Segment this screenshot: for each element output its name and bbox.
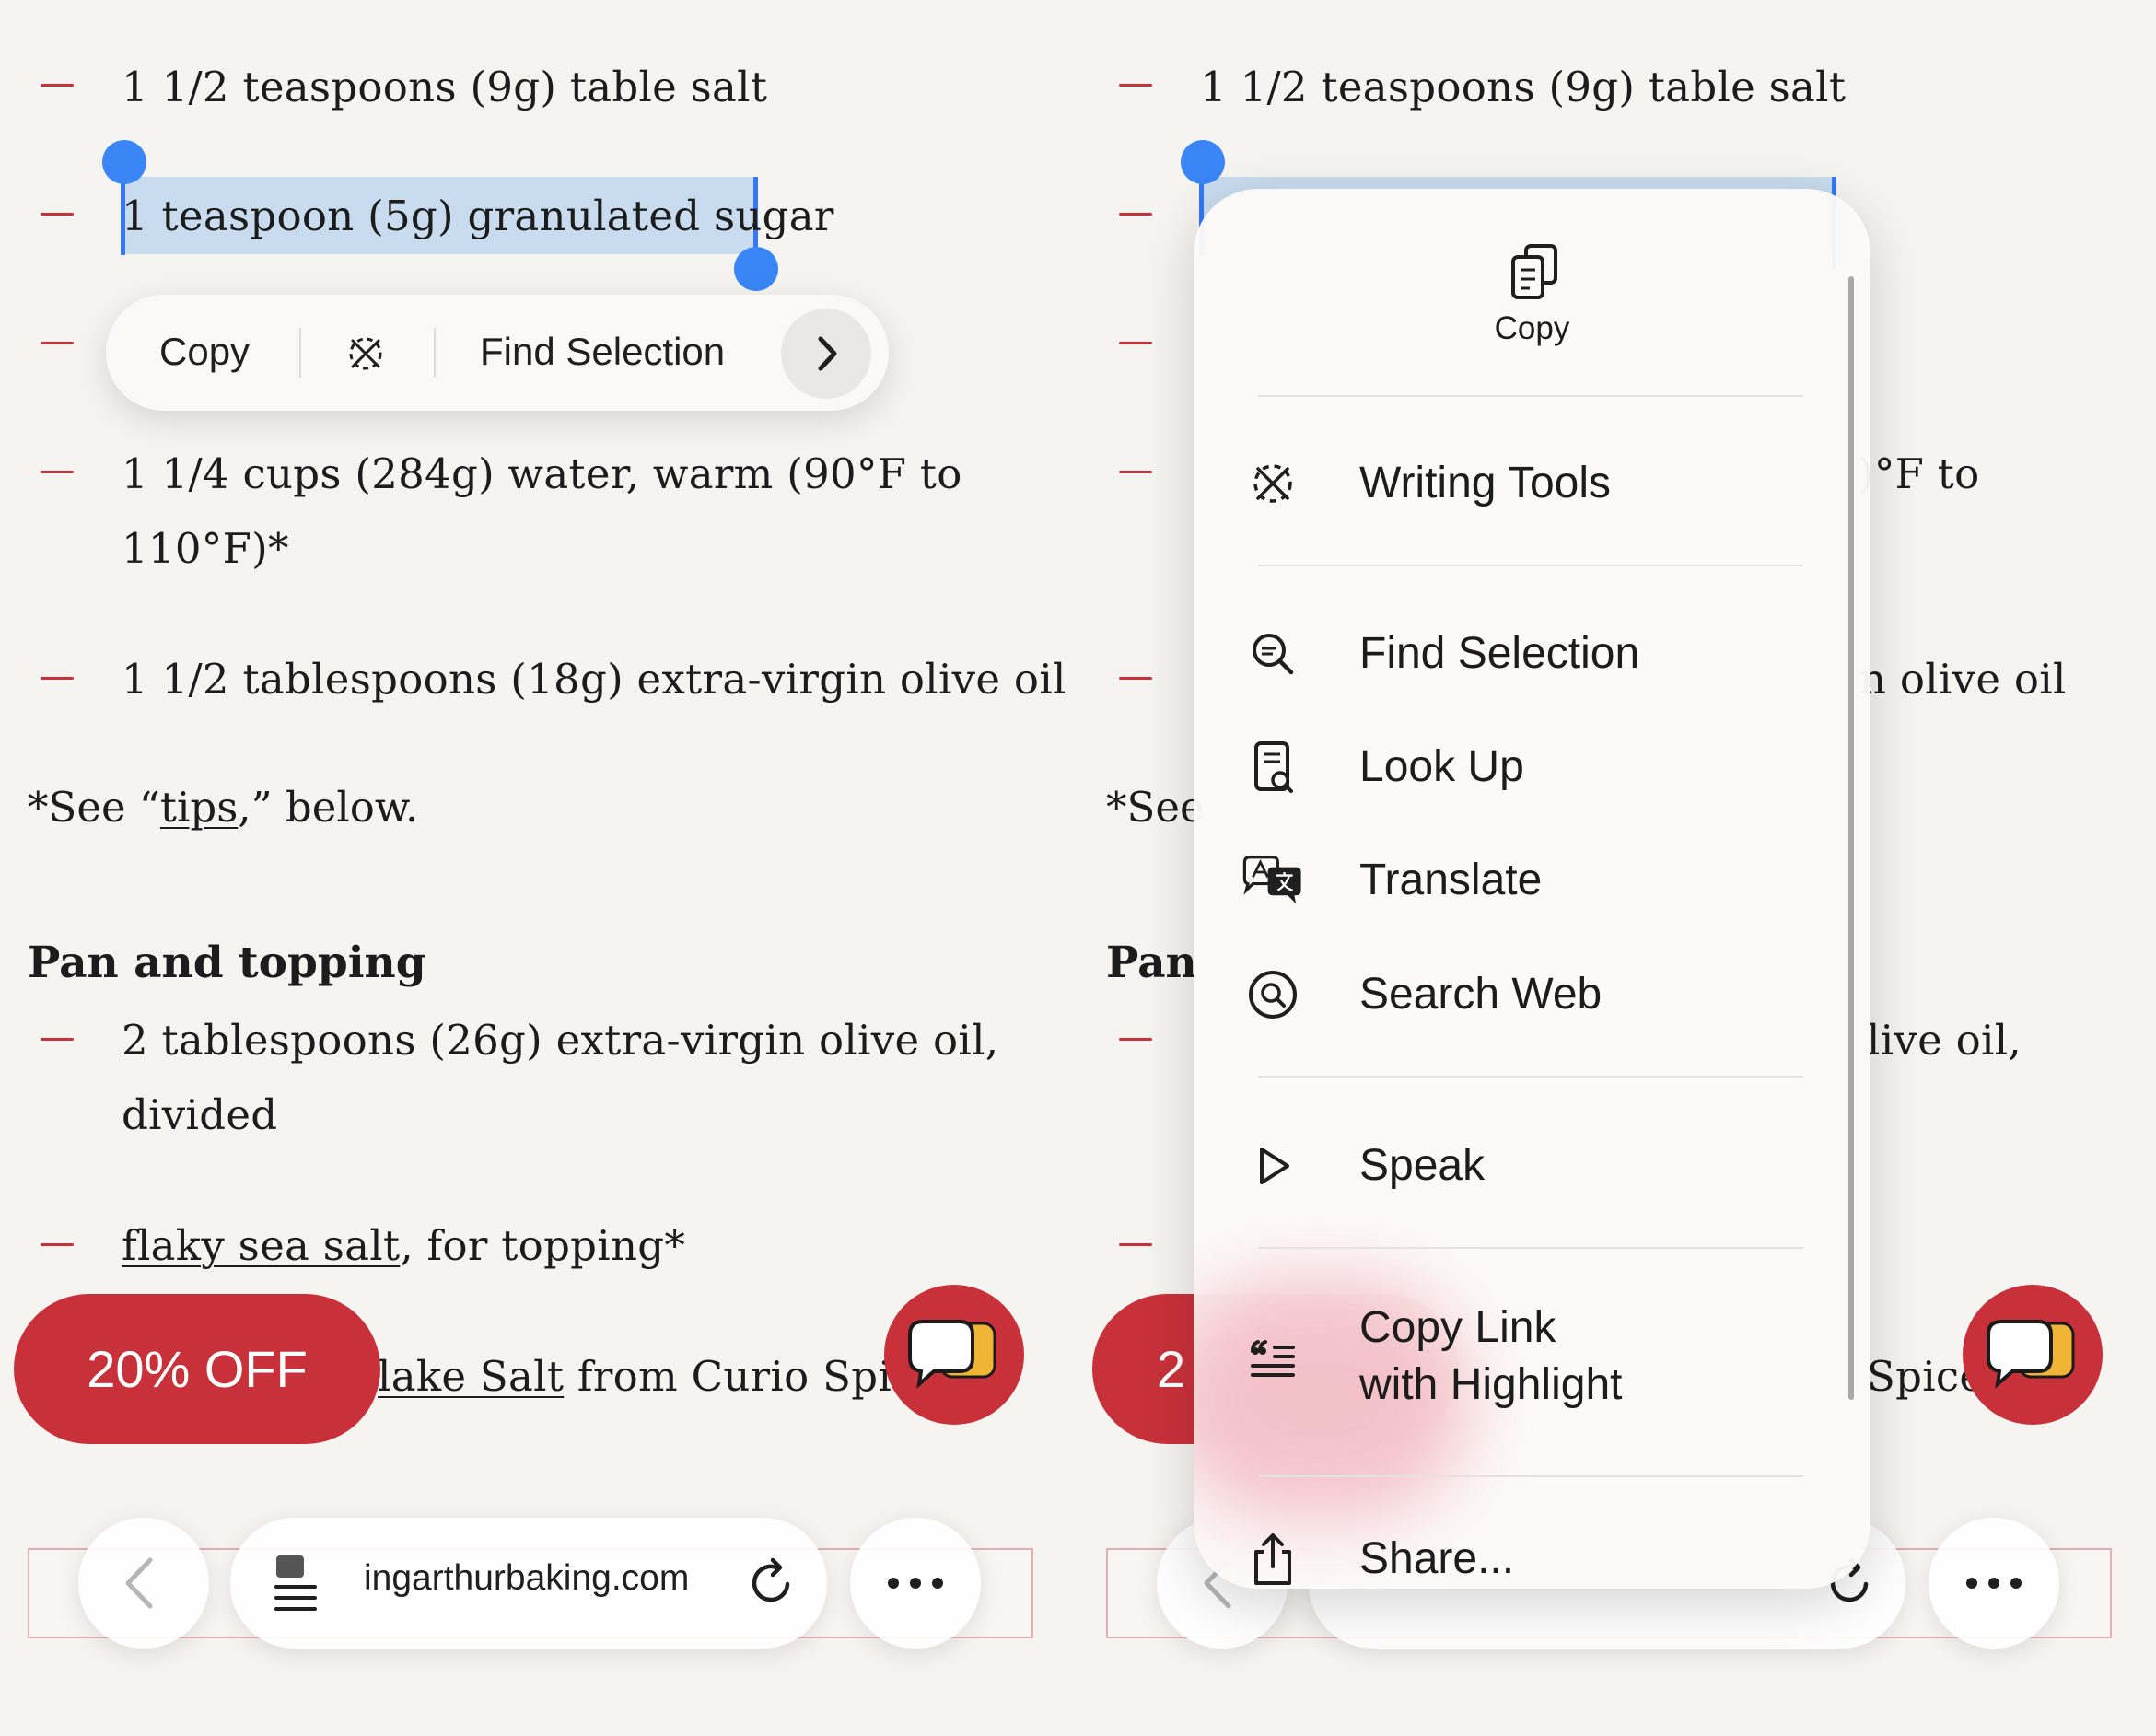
chat-icon — [908, 1320, 996, 1390]
list-bullet — [41, 677, 74, 680]
more-button[interactable] — [1929, 1518, 2059, 1649]
menu-divider — [299, 328, 301, 378]
reload-icon[interactable] — [741, 1553, 802, 1614]
menu-item-copy-link-highlight[interactable]: Copy Link with Highlight — [1194, 1285, 1870, 1432]
more-button[interactable] — [850, 1518, 981, 1649]
more-icon — [1966, 1578, 2022, 1589]
tips-note: *See “tips,” below. — [28, 783, 419, 832]
list-bullet — [1119, 213, 1152, 216]
translate-icon — [1242, 856, 1301, 904]
flake-salt-line: lake Salt from Curio Spice — [378, 1352, 940, 1401]
list-bullet — [1119, 471, 1152, 473]
ingredient-pan-oil: 2 tablespoons (26g) extra-virgin olive o… — [122, 1016, 999, 1065]
find-icon — [1253, 634, 1294, 675]
menu-separator — [1258, 1475, 1803, 1477]
selection-end-handle[interactable] — [734, 247, 778, 291]
menu-item-translate[interactable]: Translate — [1194, 830, 1870, 931]
menu-divider — [434, 328, 436, 378]
ingredient-pan-oil-cont: divided — [122, 1090, 278, 1139]
search-web-icon — [1249, 971, 1297, 1019]
promo-badge[interactable]: 20% OFF — [14, 1294, 380, 1444]
menu-scrollbar[interactable] — [1848, 276, 1854, 1400]
find-selection-button[interactable]: Find Selection — [480, 330, 725, 374]
menu-separator — [1258, 395, 1803, 397]
tips-note-partial: *See — [1106, 783, 1205, 832]
menu-separator — [1258, 1076, 1803, 1078]
ingredient-flaky-salt: flaky sea salt, for topping* — [122, 1221, 686, 1270]
look-up-icon — [1254, 741, 1293, 793]
reader-icon[interactable] — [267, 1548, 341, 1622]
more-icon — [888, 1578, 943, 1589]
flake-salt-link[interactable]: lake Salt — [378, 1352, 564, 1401]
ingredient-salt: 1 1/2 teaspoons (9g) table salt — [1200, 63, 1847, 111]
copy-icon[interactable] — [1486, 233, 1578, 307]
ingredient-oil-partial: n olive oil — [1859, 655, 2067, 704]
left-screenshot: 1 1/2 teaspoons (9g) table salt 1 teaspo… — [0, 0, 1078, 1736]
list-bullet — [41, 1243, 74, 1246]
chat-icon — [1987, 1320, 2075, 1390]
list-bullet — [1119, 1243, 1152, 1246]
edit-menu: Copy Find Selection — [106, 295, 889, 411]
menu-item-find-selection[interactable]: Find Selection — [1194, 603, 1870, 705]
list-bullet — [1119, 677, 1152, 680]
list-bullet — [41, 1038, 74, 1041]
menu-separator — [1258, 565, 1803, 566]
ingredient-water-cont: 110°F)* — [122, 524, 289, 573]
ingredient-oil: 1 1/2 tablespoons (18g) extra-virgin oli… — [122, 655, 1066, 704]
chevron-right-icon — [818, 336, 837, 371]
menu-separator — [1258, 1247, 1803, 1249]
more-options-button[interactable] — [781, 309, 871, 399]
copy-menu-label[interactable]: Copy — [1194, 310, 1870, 347]
list-bullet — [1119, 1038, 1152, 1041]
menu-item-speak[interactable]: Speak — [1194, 1115, 1870, 1217]
writing-tools-icon — [1253, 464, 1292, 503]
menu-item-share[interactable]: Share... — [1194, 1509, 1870, 1589]
speak-icon — [1260, 1148, 1289, 1184]
writing-tools-icon[interactable] — [342, 330, 390, 378]
menu-item-writing-tools[interactable]: Writing Tools — [1194, 433, 1870, 534]
ingredient-pan-oil-partial: live oil, — [1867, 1016, 2022, 1065]
copy-link-icon — [1251, 1340, 1295, 1377]
chat-button[interactable] — [884, 1285, 1024, 1425]
list-bullet — [41, 84, 74, 87]
section-heading-partial: Pan — [1106, 938, 1197, 988]
tips-link[interactable]: tips — [160, 783, 238, 832]
back-button[interactable] — [78, 1518, 209, 1649]
list-bullet — [41, 471, 74, 473]
context-menu: Copy Writing Tools Find Selection Look U… — [1194, 189, 1870, 1589]
list-bullet — [41, 342, 74, 344]
chat-button[interactable] — [1963, 1285, 2103, 1425]
url-text[interactable]: ingarthurbaking.com — [364, 1558, 689, 1599]
ingredient-water: 1 1/4 cups (284g) water, warm (90°F to — [122, 449, 962, 498]
ingredient-sugar[interactable]: 1 teaspoon (5g) granulated sugar — [122, 180, 834, 253]
list-bullet — [41, 213, 74, 216]
menu-item-look-up[interactable]: Look Up — [1194, 717, 1870, 818]
list-bullet — [1119, 84, 1152, 87]
flaky-sea-salt-link[interactable]: flaky sea salt — [122, 1221, 400, 1270]
menu-item-search-web[interactable]: Search Web — [1194, 944, 1870, 1045]
ingredient-water-partial: )°F to — [1858, 449, 1980, 498]
right-screenshot: 1 1/2 teaspoons (9g) table salt )°F to n… — [1078, 0, 2156, 1736]
selection-start-handle[interactable] — [1181, 140, 1225, 184]
section-heading: Pan and topping — [28, 938, 426, 988]
share-icon — [1254, 1533, 1291, 1585]
address-bar[interactable]: ingarthurbaking.com — [230, 1518, 827, 1649]
selection-start-handle[interactable] — [102, 140, 146, 184]
back-icon — [125, 1557, 153, 1609]
copy-button[interactable]: Copy — [159, 330, 250, 374]
list-bullet — [1119, 342, 1152, 344]
ingredient-salt: 1 1/2 teaspoons (9g) table salt — [122, 63, 768, 111]
